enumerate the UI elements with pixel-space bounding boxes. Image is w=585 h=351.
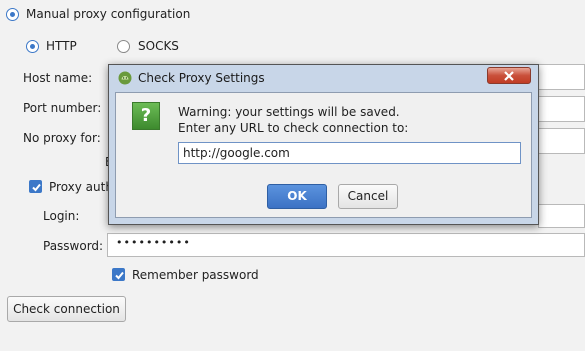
ok-button[interactable]: OK bbox=[267, 184, 327, 209]
http-label: HTTP bbox=[46, 39, 77, 53]
no-proxy-label: No proxy for: bbox=[23, 131, 101, 145]
password-label: Password: bbox=[43, 239, 104, 253]
url-input-value: http://google.com bbox=[183, 146, 290, 160]
no-proxy-field-edge[interactable] bbox=[538, 128, 585, 154]
android-icon bbox=[118, 71, 132, 85]
manual-proxy-label: Manual proxy configuration bbox=[26, 7, 191, 21]
url-input[interactable]: http://google.com bbox=[178, 142, 521, 164]
dialog-title: Check Proxy Settings bbox=[138, 71, 265, 85]
cancel-button[interactable]: Cancel bbox=[338, 184, 398, 209]
warning-text-line2: Enter any URL to check connection to: bbox=[178, 121, 409, 135]
remember-password-label: Remember password bbox=[132, 268, 259, 282]
close-icon bbox=[503, 70, 515, 82]
port-number-label: Port number: bbox=[23, 101, 102, 115]
dialog-body: ? Warning: your settings will be saved. … bbox=[115, 92, 532, 218]
password-field[interactable]: •••••••••• bbox=[107, 233, 585, 257]
password-value: •••••••••• bbox=[116, 236, 191, 249]
port-number-field-edge[interactable] bbox=[538, 96, 585, 122]
host-name-field-edge[interactable] bbox=[538, 64, 585, 90]
check-proxy-dialog: Check Proxy Settings ? Warning: your set… bbox=[108, 64, 539, 225]
socks-label: SOCKS bbox=[138, 39, 179, 53]
http-radio[interactable] bbox=[26, 40, 39, 53]
socks-radio[interactable] bbox=[117, 40, 130, 53]
login-field-edge[interactable] bbox=[538, 204, 585, 228]
login-label: Login: bbox=[43, 209, 80, 223]
check-connection-button[interactable]: Check connection bbox=[7, 296, 126, 322]
question-glyph: ? bbox=[140, 105, 152, 126]
close-button[interactable] bbox=[487, 67, 531, 84]
dialog-title-bar[interactable]: Check Proxy Settings bbox=[109, 65, 538, 91]
question-icon: ? bbox=[132, 102, 160, 130]
proxy-auth-checkbox[interactable] bbox=[29, 180, 42, 193]
manual-proxy-radio[interactable] bbox=[6, 8, 19, 21]
host-name-label: Host name: bbox=[23, 71, 93, 85]
remember-password-checkbox[interactable] bbox=[112, 268, 125, 281]
warning-text-line1: Warning: your settings will be saved. bbox=[178, 105, 400, 119]
